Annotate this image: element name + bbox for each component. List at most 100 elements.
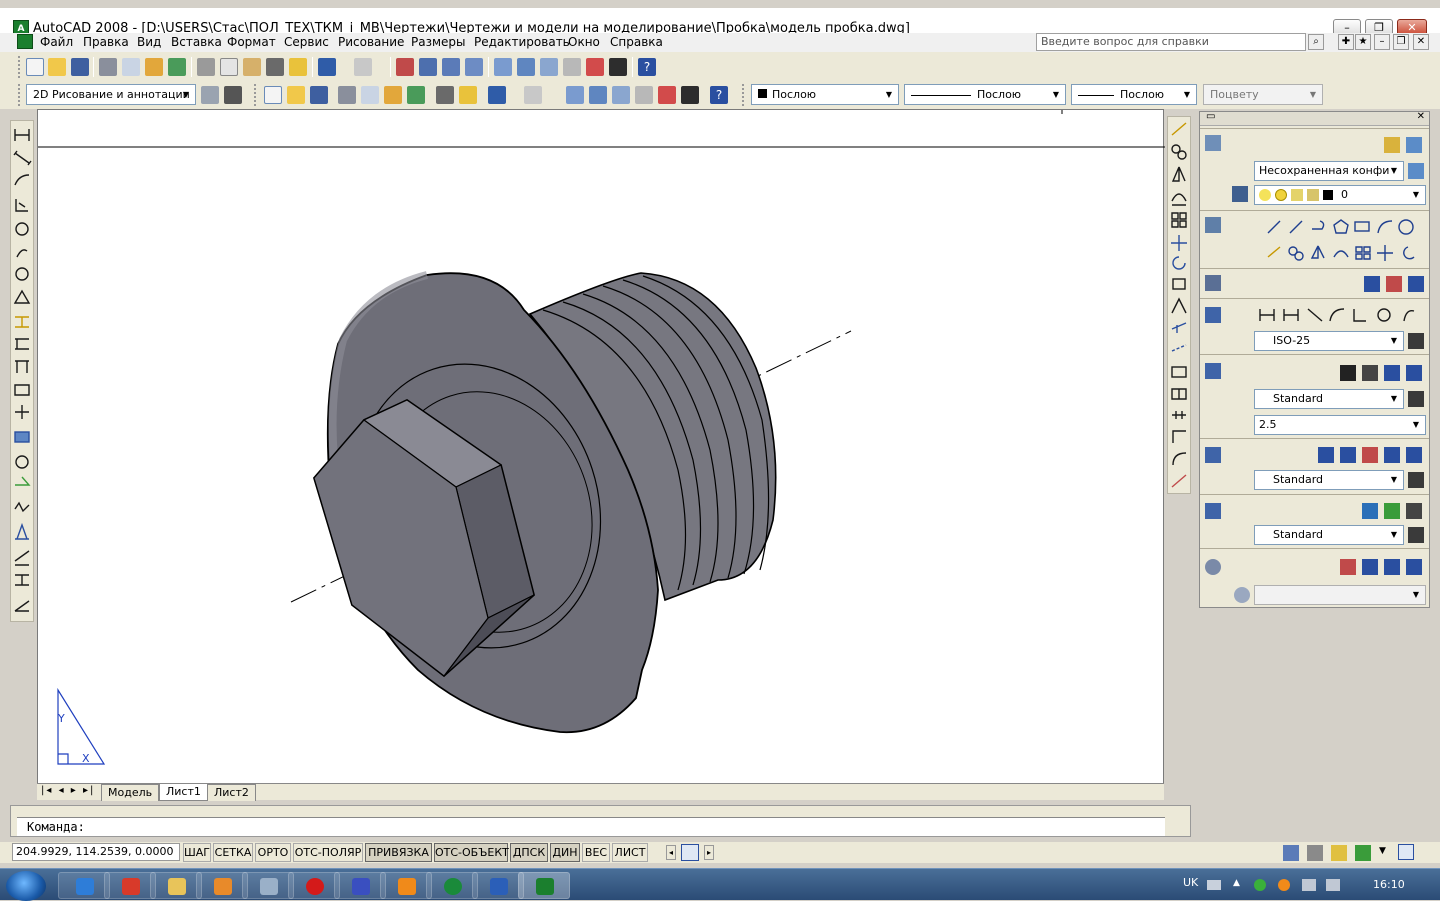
markup-icon[interactable]: [658, 86, 676, 104]
communication-center-icon[interactable]: ✚: [1338, 34, 1354, 50]
open-icon[interactable]: [287, 86, 305, 104]
dim-remove-icon[interactable]: [1386, 276, 1402, 292]
tray-app1-icon[interactable]: [1254, 879, 1266, 891]
dim-leader-icon[interactable]: [1364, 276, 1380, 292]
block-editor-icon[interactable]: [459, 86, 477, 104]
pan-icon[interactable]: [396, 58, 414, 76]
document-icon[interactable]: [17, 34, 33, 49]
task-save[interactable]: [334, 872, 386, 899]
dim-style-manager-icon[interactable]: [1408, 333, 1424, 349]
model-viewport[interactable]: Y X: [38, 110, 1165, 785]
multileader-icon[interactable]: [1318, 447, 1334, 463]
new-icon[interactable]: [26, 58, 44, 76]
zoom-window-icon[interactable]: [1406, 559, 1422, 575]
properties-icon[interactable]: [494, 58, 512, 76]
zoom-realtime-icon[interactable]: [1362, 559, 1378, 575]
task-settings[interactable]: [242, 872, 294, 899]
grid-toggle[interactable]: СЕТКА: [213, 843, 253, 862]
help-icon[interactable]: ?: [638, 58, 656, 76]
menu-view[interactable]: Вид: [137, 34, 161, 50]
make-current-icon[interactable]: [1232, 186, 1248, 202]
dim-style-select[interactable]: ISO-25 ▼: [1254, 331, 1404, 351]
insert-table-icon[interactable]: [1362, 503, 1378, 519]
layer-states-icon[interactable]: [1384, 137, 1400, 153]
layer-select[interactable]: 0 ▼: [1254, 185, 1426, 205]
menu-insert[interactable]: Вставка: [171, 34, 222, 50]
doc-minimize-button[interactable]: –: [1374, 34, 1390, 50]
properties-icon[interactable]: [566, 86, 584, 104]
back-icon[interactable]: [1234, 587, 1250, 603]
command-input[interactable]: Команда:: [17, 817, 1165, 836]
toolbar-grip[interactable]: [254, 84, 258, 106]
collect-leaders-icon[interactable]: [1406, 447, 1422, 463]
design-center-icon[interactable]: [517, 58, 535, 76]
drawing-canvas[interactable]: Y X: [37, 109, 1165, 785]
open-icon[interactable]: [48, 58, 66, 76]
color-select[interactable]: Послою ▼: [751, 84, 899, 105]
single-line-text-icon[interactable]: [1362, 365, 1378, 381]
show-hidden-icons-icon[interactable]: ▲: [1233, 878, 1240, 888]
linetype-select[interactable]: Послою ▼: [904, 84, 1066, 105]
task-green-app[interactable]: [426, 872, 478, 899]
toolbar-lock-icon[interactable]: [1331, 845, 1347, 861]
layer-manager-icon[interactable]: [1408, 163, 1424, 179]
dyn-toggle[interactable]: ДИН: [550, 843, 580, 862]
layer-state-select[interactable]: Несохраненная конфи ▼: [1254, 161, 1404, 181]
tool-palettes-icon[interactable]: [540, 58, 558, 76]
task-red-app[interactable]: [104, 872, 156, 899]
publish-icon[interactable]: [145, 58, 163, 76]
help-search-input[interactable]: Введите вопрос для справки: [1036, 33, 1306, 51]
workspace-settings-icon[interactable]: [201, 86, 219, 104]
paste-icon[interactable]: [243, 58, 261, 76]
mleader-style-manager-icon[interactable]: [1408, 472, 1424, 488]
layer-properties-icon[interactable]: [1406, 137, 1422, 153]
keyboard-icon[interactable]: [1207, 880, 1221, 890]
save-icon[interactable]: [310, 86, 328, 104]
clock[interactable]: 16:10: [1373, 878, 1405, 891]
zoom-window-icon[interactable]: [442, 58, 460, 76]
menu-file[interactable]: Файл: [40, 34, 73, 50]
3d-dwf-icon[interactable]: [168, 58, 186, 76]
annotation-visibility-icon[interactable]: [1307, 845, 1323, 861]
text-style-select[interactable]: Standard ▼: [1254, 389, 1404, 409]
favorites-icon[interactable]: ★: [1355, 34, 1371, 50]
text-height-select[interactable]: 2.5 ▼: [1254, 415, 1426, 435]
tool-palettes-icon[interactable]: [612, 86, 630, 104]
workspace-save-icon[interactable]: [224, 86, 242, 104]
menu-window[interactable]: Окно: [568, 34, 600, 50]
design-center-icon[interactable]: [589, 86, 607, 104]
3d-dwf-icon[interactable]: [407, 86, 425, 104]
coordinates-display[interactable]: 204.9929, 114.2539, 0.0000: [12, 843, 180, 861]
toolbar-grip[interactable]: [18, 84, 22, 106]
pan-icon[interactable]: [1340, 559, 1356, 575]
menu-draw[interactable]: Рисование: [338, 34, 404, 50]
osnap-toggle[interactable]: ПРИВЯЗКА: [365, 843, 432, 862]
block-editor-icon[interactable]: [289, 58, 307, 76]
menu-edit[interactable]: Правка: [83, 34, 129, 50]
menu-dimension[interactable]: Размеры: [411, 34, 466, 50]
mleader-style-select[interactable]: Standard ▼: [1254, 470, 1404, 490]
plot-icon[interactable]: [99, 58, 117, 76]
save-icon[interactable]: [71, 58, 89, 76]
redo-icon[interactable]: [524, 86, 542, 104]
undo-icon[interactable]: [318, 58, 336, 76]
toolbar-grip[interactable]: [742, 84, 746, 106]
maximize-viewport-icon[interactable]: [681, 844, 699, 861]
redo-icon[interactable]: [354, 58, 372, 76]
scroll-left-icon[interactable]: ◂: [666, 845, 676, 860]
zoom-previous-icon[interactable]: [465, 58, 483, 76]
tab-model[interactable]: Модель: [101, 784, 160, 801]
paper-toggle[interactable]: ЛИСТ: [612, 843, 648, 862]
tray-app2-icon[interactable]: [1278, 879, 1290, 891]
snap-toggle[interactable]: ШАГ: [183, 843, 211, 862]
clean-screen-icon[interactable]: [1398, 844, 1414, 860]
otrack-toggle[interactable]: ОТС-ОБЪЕКТ: [434, 843, 509, 862]
task-explorer[interactable]: [150, 872, 202, 899]
search-icon[interactable]: ⌕: [1308, 34, 1324, 50]
new-icon[interactable]: [264, 86, 282, 104]
doc-close-button[interactable]: ✕: [1413, 34, 1429, 50]
sheet-set-icon[interactable]: [635, 86, 653, 104]
link-data-icon[interactable]: [1384, 503, 1400, 519]
menu-modify[interactable]: Редактировать: [474, 34, 570, 50]
help-icon[interactable]: ?: [710, 86, 728, 104]
